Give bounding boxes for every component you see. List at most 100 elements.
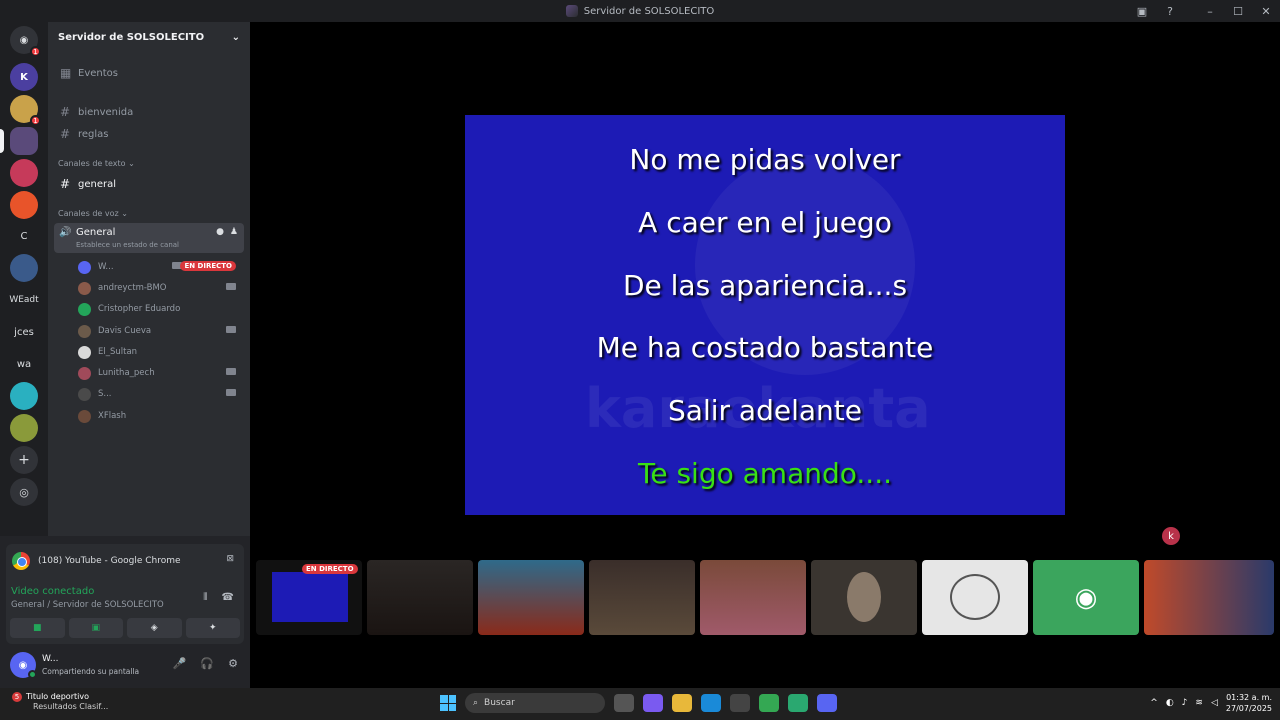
soundboard-button[interactable]: ✦ bbox=[185, 618, 240, 638]
member-row[interactable]: Cristopher Eduardo bbox=[78, 300, 240, 318]
member-row[interactable]: El_Sultan bbox=[78, 343, 240, 361]
file-explorer-icon[interactable] bbox=[672, 694, 692, 712]
active-indicator bbox=[0, 129, 4, 153]
store-icon[interactable] bbox=[730, 694, 750, 712]
search-icon: ⌕ bbox=[473, 698, 479, 708]
user-name[interactable]: W... bbox=[42, 654, 58, 664]
close-button[interactable]: ✕ bbox=[1252, 0, 1280, 22]
notification-badge: 1 bbox=[30, 115, 41, 126]
help-icon[interactable]: ? bbox=[1156, 0, 1184, 22]
disconnect-icon[interactable]: ☎ bbox=[222, 592, 234, 603]
microphone-icon[interactable]: 🎤 bbox=[173, 657, 187, 670]
avatar bbox=[847, 572, 881, 622]
server-m-icon[interactable] bbox=[10, 191, 38, 219]
participant-tile[interactable] bbox=[367, 560, 473, 635]
lyric-line: Me ha costado bastante bbox=[596, 331, 934, 364]
server-c-icon[interactable]: C bbox=[10, 222, 38, 250]
live-badge[interactable]: EN DIRECTO bbox=[180, 261, 236, 271]
lyric-line-highlighted: Te sigo amando.... bbox=[638, 457, 892, 490]
task-view-icon[interactable] bbox=[614, 694, 634, 712]
app-icon[interactable] bbox=[788, 694, 808, 712]
member-row[interactable]: andreyctm-BMO bbox=[78, 279, 240, 297]
member-row[interactable]: XFlash bbox=[78, 407, 240, 425]
participant-tile[interactable] bbox=[922, 560, 1028, 635]
tray-icon[interactable]: ◐ bbox=[1166, 698, 1174, 708]
avatar bbox=[78, 366, 91, 380]
noise-suppression-icon[interactable]: ⦀ bbox=[203, 592, 207, 603]
taskbar: 5 Titulo deportivo Resultados Clasif... ⌕… bbox=[0, 688, 1280, 720]
events-row[interactable]: ▦ Eventos bbox=[54, 63, 244, 83]
category-label: Canales de voz bbox=[58, 209, 119, 218]
participant-tile[interactable] bbox=[478, 560, 584, 635]
server-weadt-icon[interactable]: WEadt bbox=[9, 286, 38, 314]
server-jces-icon[interactable]: jces bbox=[10, 318, 38, 346]
wifi-icon[interactable]: ≋ bbox=[1195, 698, 1203, 708]
copilot-icon[interactable] bbox=[643, 694, 663, 712]
participant-tile[interactable]: EN DIRECTO bbox=[256, 560, 362, 635]
server-wa-icon[interactable]: wa bbox=[10, 350, 38, 378]
stop-stream-icon[interactable]: ⊠ bbox=[226, 554, 234, 564]
server-avatar-icon bbox=[565, 5, 578, 17]
headphones-icon[interactable]: 🎧 bbox=[200, 657, 214, 670]
maximize-button[interactable]: ☐ bbox=[1224, 0, 1252, 22]
clock[interactable]: 01:32 a. m. 27/07/2025 bbox=[1226, 692, 1272, 714]
edge-icon[interactable] bbox=[701, 694, 721, 712]
camera-button[interactable]: ■ bbox=[10, 618, 65, 638]
member-row[interactable]: S... bbox=[78, 385, 240, 403]
settings-icon[interactable]: ⚙ bbox=[228, 657, 238, 670]
avatar bbox=[78, 324, 91, 338]
camera-icon bbox=[226, 368, 236, 375]
lyric-line: De las apariencia...s bbox=[622, 269, 908, 302]
minimize-button[interactable]: – bbox=[1196, 0, 1224, 22]
server-avatar-icon[interactable]: 1 bbox=[10, 95, 41, 126]
server-anime-icon[interactable] bbox=[10, 159, 38, 187]
discover-icon[interactable]: ◎ bbox=[10, 478, 38, 506]
server-label: C bbox=[20, 230, 28, 242]
chat-icon[interactable]: ● bbox=[216, 227, 224, 237]
events-label: Eventos bbox=[78, 67, 118, 79]
voice-category[interactable]: Canales de voz ⌄ bbox=[58, 209, 128, 218]
participant-tile[interactable] bbox=[700, 560, 806, 635]
direct-messages-icon[interactable]: ◉ 1 bbox=[10, 26, 41, 57]
activity-button[interactable]: ◈ bbox=[127, 618, 182, 638]
channel-general[interactable]: # general bbox=[54, 174, 244, 194]
member-name: Cristopher Eduardo bbox=[98, 304, 181, 314]
server-header[interactable]: Servidor de SOLSOLECITO ⌄ bbox=[48, 22, 250, 52]
chrome-taskbar-icon[interactable] bbox=[759, 694, 779, 712]
search-placeholder: Buscar bbox=[484, 698, 515, 708]
search-input[interactable]: ⌕ Buscar bbox=[465, 693, 605, 713]
microphone-tray-icon[interactable]: ♪ bbox=[1182, 698, 1188, 708]
participant-tile[interactable] bbox=[811, 560, 917, 635]
windows-start-icon[interactable] bbox=[440, 695, 456, 711]
volume-icon[interactable]: ◁ bbox=[1211, 698, 1218, 708]
server-game-icon[interactable] bbox=[10, 254, 38, 282]
server-teal-icon[interactable] bbox=[10, 382, 38, 410]
discord-taskbar-icon[interactable] bbox=[817, 694, 837, 712]
participant-tile[interactable]: ◉ bbox=[1033, 560, 1139, 635]
karaoke-video[interactable]: karaokanta No me pidas volver A caer en … bbox=[465, 115, 1065, 515]
live-badge: EN DIRECTO bbox=[302, 564, 358, 574]
add-server-icon[interactable]: + bbox=[10, 446, 38, 474]
connection-status[interactable]: Video conectado bbox=[11, 586, 94, 597]
member-row[interactable]: Lunitha_pech bbox=[78, 364, 240, 382]
channel-reglas[interactable]: # reglas bbox=[54, 124, 244, 144]
participant-tile[interactable] bbox=[1144, 560, 1274, 635]
member-row[interactable]: Davis Cueva bbox=[78, 322, 240, 340]
channel-status[interactable]: Establece un estado de canal bbox=[76, 241, 179, 249]
text-category[interactable]: Canales de texto ⌄ bbox=[58, 159, 135, 168]
voice-channel-general[interactable]: 🔊 General Establece un estado de canal ●… bbox=[54, 223, 244, 253]
voice-panel: (108) YouTube - Google Chrome ⊠ Video co… bbox=[0, 536, 250, 688]
participant-tile[interactable] bbox=[589, 560, 695, 635]
avatar[interactable]: ◉ bbox=[10, 652, 37, 679]
server-k-icon[interactable]: K bbox=[10, 63, 38, 91]
screen-share-button[interactable]: ▣ bbox=[68, 618, 123, 638]
server-shrek-icon[interactable] bbox=[10, 414, 38, 442]
chevron-up-icon[interactable]: ^ bbox=[1150, 698, 1158, 708]
connection-location[interactable]: General / Servidor de SOLSOLECITO bbox=[11, 600, 164, 610]
invite-icon[interactable]: ♟ bbox=[230, 227, 238, 237]
server-solsolecito-icon[interactable] bbox=[0, 127, 38, 155]
news-widget[interactable]: 5 Titulo deportivo Resultados Clasif... bbox=[12, 692, 108, 711]
member-row[interactable]: W... EN DIRECTO bbox=[78, 258, 240, 276]
inbox-icon[interactable]: ▣ bbox=[1128, 0, 1156, 22]
channel-bienvenida[interactable]: # bienvenida bbox=[54, 102, 244, 122]
